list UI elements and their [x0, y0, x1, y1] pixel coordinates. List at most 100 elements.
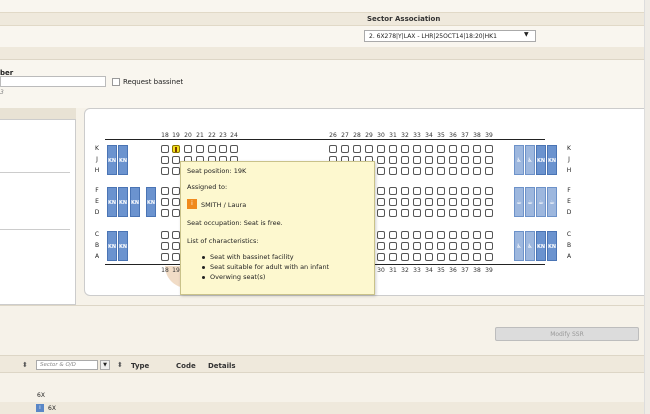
seat-37f[interactable]: [461, 187, 469, 195]
seat-36b[interactable]: [449, 242, 457, 250]
seat-32h[interactable]: [401, 167, 409, 175]
seat-18b[interactable]: [161, 242, 169, 250]
seat-21k[interactable]: [196, 145, 204, 153]
seat-32a[interactable]: [401, 253, 409, 261]
seat-32j[interactable]: [401, 156, 409, 164]
seat-38k[interactable]: [473, 145, 481, 153]
seat-18h[interactable]: [161, 167, 169, 175]
seat-31c[interactable]: [389, 231, 397, 239]
seat-38j[interactable]: [473, 156, 481, 164]
seat-32e[interactable]: [401, 198, 409, 206]
seat-32d[interactable]: [401, 209, 409, 217]
seat-26k[interactable]: [329, 145, 337, 153]
seat-36c[interactable]: [449, 231, 457, 239]
seat-34k[interactable]: [425, 145, 433, 153]
seat-35k[interactable]: [437, 145, 445, 153]
seat-34f[interactable]: [425, 187, 433, 195]
column-header-code[interactable]: Code: [176, 362, 196, 370]
seat-39k[interactable]: [485, 145, 493, 153]
seat-37d[interactable]: [461, 209, 469, 217]
seat-31f[interactable]: [389, 187, 397, 195]
seat-19c[interactable]: [172, 231, 180, 239]
table-row[interactable]: [0, 402, 650, 414]
chevron-down-icon[interactable]: ▼: [524, 31, 529, 38]
seat-38h[interactable]: [473, 167, 481, 175]
sector-od-filter[interactable]: Sector & O/D: [36, 360, 98, 370]
table-row[interactable]: [0, 389, 650, 401]
seat-18a[interactable]: [161, 253, 169, 261]
sector-association-select[interactable]: 2. 6X278|Y|LAX - LHR|25OCT14|18:20|HK1: [364, 30, 536, 42]
seat-31b[interactable]: [389, 242, 397, 250]
seat-30f[interactable]: [377, 187, 385, 195]
seat-37a[interactable]: [461, 253, 469, 261]
column-header-type[interactable]: Type: [131, 362, 149, 370]
seat-18c[interactable]: [161, 231, 169, 239]
seat-31e[interactable]: [389, 198, 397, 206]
request-bassinet-checkbox[interactable]: [112, 78, 120, 86]
seat-34d[interactable]: [425, 209, 433, 217]
column-header-details[interactable]: Details: [208, 362, 236, 370]
seat-34h[interactable]: [425, 167, 433, 175]
seat-34e[interactable]: [425, 198, 433, 206]
seat-32c[interactable]: [401, 231, 409, 239]
seat-37j[interactable]: [461, 156, 469, 164]
seat-37c[interactable]: [461, 231, 469, 239]
seat-31h[interactable]: [389, 167, 397, 175]
seat-31a[interactable]: [389, 253, 397, 261]
seat-18e[interactable]: [161, 198, 169, 206]
seat-19h[interactable]: [172, 167, 180, 175]
seat-29k[interactable]: [365, 145, 373, 153]
seat-39h[interactable]: [485, 167, 493, 175]
sort-icon[interactable]: ⬍: [117, 361, 123, 369]
seat-19e[interactable]: [172, 198, 180, 206]
seat-35a[interactable]: [437, 253, 445, 261]
seat-37b[interactable]: [461, 242, 469, 250]
seat-34c[interactable]: [425, 231, 433, 239]
seat-32k[interactable]: [401, 145, 409, 153]
seat-38b[interactable]: [473, 242, 481, 250]
seat-33k[interactable]: [413, 145, 421, 153]
seat-30b[interactable]: [377, 242, 385, 250]
seat-36e[interactable]: [449, 198, 457, 206]
seat-35d[interactable]: [437, 209, 445, 217]
seat-37h[interactable]: [461, 167, 469, 175]
seat-35c[interactable]: [437, 231, 445, 239]
number-input[interactable]: [0, 76, 106, 87]
seat-19d[interactable]: [172, 209, 180, 217]
seat-39c[interactable]: [485, 231, 493, 239]
seat-30d[interactable]: [377, 209, 385, 217]
seat-39e[interactable]: [485, 198, 493, 206]
seat-35f[interactable]: [437, 187, 445, 195]
seat-34a[interactable]: [425, 253, 433, 261]
seat-30e[interactable]: [377, 198, 385, 206]
seat-36a[interactable]: [449, 253, 457, 261]
seat-32f[interactable]: [401, 187, 409, 195]
seat-36k[interactable]: [449, 145, 457, 153]
seat-34j[interactable]: [425, 156, 433, 164]
seat-32b[interactable]: [401, 242, 409, 250]
seat-33b[interactable]: [413, 242, 421, 250]
seat-33f[interactable]: [413, 187, 421, 195]
seat-19j[interactable]: [172, 156, 180, 164]
seat-18f[interactable]: [161, 187, 169, 195]
seat-33j[interactable]: [413, 156, 421, 164]
seat-19a[interactable]: [172, 253, 180, 261]
seat-27k[interactable]: [341, 145, 349, 153]
seat-24k[interactable]: [230, 145, 238, 153]
seat-31d[interactable]: [389, 209, 397, 217]
seat-38c[interactable]: [473, 231, 481, 239]
seat-33d[interactable]: [413, 209, 421, 217]
seat-36d[interactable]: [449, 209, 457, 217]
seat-33e[interactable]: [413, 198, 421, 206]
scrollbar[interactable]: [644, 0, 650, 414]
seat-39f[interactable]: [485, 187, 493, 195]
seat-39j[interactable]: [485, 156, 493, 164]
seat-19k[interactable]: [172, 145, 180, 153]
seat-38f[interactable]: [473, 187, 481, 195]
seat-28k[interactable]: [353, 145, 361, 153]
seat-39a[interactable]: [485, 253, 493, 261]
sort-icon[interactable]: ⬍: [22, 361, 28, 369]
seat-36f[interactable]: [449, 187, 457, 195]
seat-30j[interactable]: [377, 156, 385, 164]
seat-35h[interactable]: [437, 167, 445, 175]
